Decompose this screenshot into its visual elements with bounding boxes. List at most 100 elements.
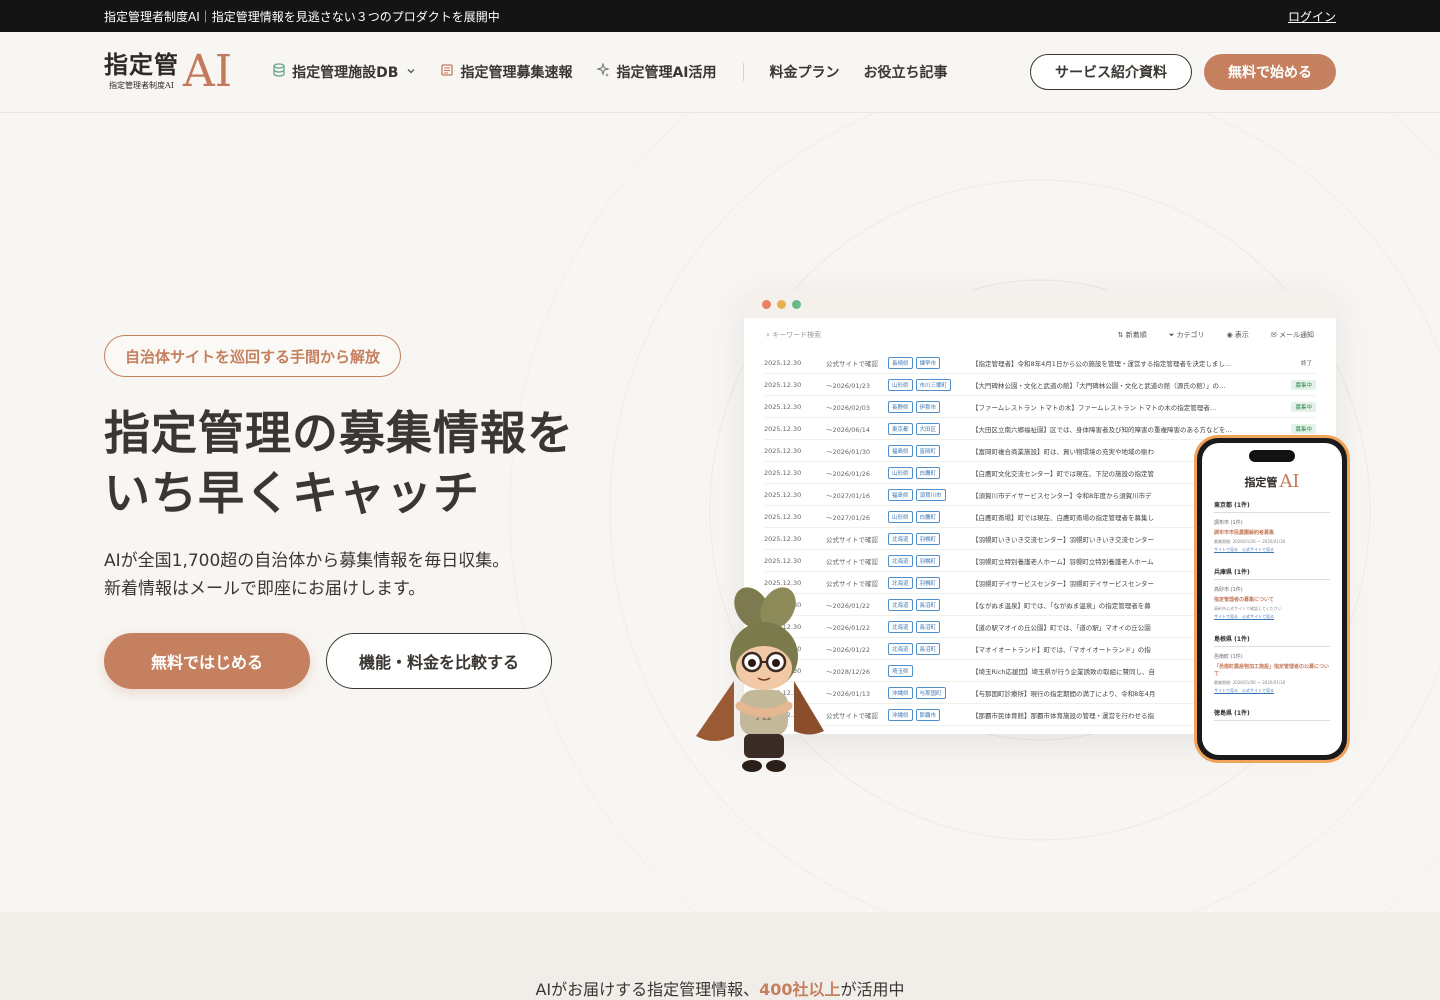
row-tags: 北海道 長沼町 xyxy=(888,598,972,611)
nav-articles[interactable]: お役立ち記事 xyxy=(864,62,948,82)
region-tag: 白鷹町 xyxy=(915,510,941,523)
row-period: 〜2026/01/30 xyxy=(826,447,870,456)
region-tag: 山形県 xyxy=(888,466,913,479)
region-tag: 北海道 xyxy=(888,554,913,567)
region-tag: 羽幌町 xyxy=(915,554,941,567)
region-tag: 大田区 xyxy=(915,422,941,435)
row-status: 募集中 xyxy=(1291,401,1316,412)
mail-tool: ✉ メール通知 xyxy=(1270,331,1314,339)
stats-text: AIがお届けする指定管理情報、400社以上が活用中 xyxy=(535,980,905,999)
region-tag: 長沼町 xyxy=(915,642,941,655)
row-period: 〜2028/12/26 xyxy=(826,667,870,676)
hero-description: AIが全国1,700超の自治体から募集情報を毎日収集。 新着情報はメールで即座に… xyxy=(104,547,509,603)
region-tag: 福島県 xyxy=(888,488,913,501)
nav-articles-label: お役立ち記事 xyxy=(863,65,948,81)
row-date: 2025.12.30 xyxy=(764,380,802,389)
row-period: 〜2027/01/26 xyxy=(826,513,870,522)
region-tag: 長沼町 xyxy=(915,620,941,633)
mobile-pref-heading: 島根県 (1件) xyxy=(1214,634,1330,647)
announcement-text: 指定管理者制度AI｜指定管理情報を見逃さない３つのプロダクトを展開中 xyxy=(104,9,500,24)
row-status: 募集中 xyxy=(1291,379,1316,390)
mobile-listing-link[interactable]: 指定管理者の募集について xyxy=(1214,597,1330,604)
row-tags: 北海道 羽幌町 xyxy=(888,576,972,589)
region-tag: 羽幌町 xyxy=(915,576,941,589)
region-tag: 富岡町 xyxy=(915,444,941,457)
region-tag: 那覇市 xyxy=(915,708,941,721)
region-tag: 羽幌町 xyxy=(915,532,941,545)
row-tags: 長崎県 諫早市 xyxy=(888,356,972,369)
nav-ai-usage[interactable]: 指定管理AI活用 xyxy=(596,62,717,82)
region-tag: 沖縄県 xyxy=(888,708,913,721)
preview-search: ⌕ キーワード検索 xyxy=(766,331,822,339)
region-tag: 山形県 xyxy=(888,510,913,523)
mobile-city: 邑南町 (1件) xyxy=(1214,654,1243,660)
login-link[interactable]: ログイン xyxy=(1288,8,1336,25)
region-tag: 山形県 xyxy=(888,378,913,391)
service-docs-button[interactable]: サービス紹介資料 xyxy=(1030,54,1192,90)
sort-tool: ⇅ 新着順 xyxy=(1117,331,1147,339)
announcement-bar: 指定管理者制度AI｜指定管理情報を見逃さない３つのプロダクトを展開中 ログイン xyxy=(0,0,1440,32)
row-tags: 北海道 羽幌町 xyxy=(888,554,972,567)
mobile-listing-meta: 募集期間: 2026/01/06 〜 2026/01/30 xyxy=(1214,680,1286,685)
row-tags: 山形県 白鷹町 xyxy=(888,510,972,523)
row-date: 2025.12.30 xyxy=(764,556,802,565)
row-tags: 東京都 大田区 xyxy=(888,422,972,435)
mobile-listing-actions[interactable]: サイトで見る 公式サイトで見る xyxy=(1214,547,1330,553)
start-free-button[interactable]: 無料で始める xyxy=(1204,54,1336,90)
region-tag: 北海道 xyxy=(888,598,913,611)
mobile-pref-section: 徳島県 (1件) xyxy=(1214,708,1330,721)
row-period: 公式サイトで確認 xyxy=(826,711,878,720)
region-tag: 北海道 xyxy=(888,576,913,589)
view-tool: ◉ 表示 xyxy=(1226,331,1249,339)
filter-tool: ⏷ カテゴリ xyxy=(1168,331,1205,339)
row-tags: 福島県 須賀川市 xyxy=(888,488,972,501)
row-date: 2025.12.30 xyxy=(764,446,802,455)
nav-facility-db[interactable]: 指定管理施設DB xyxy=(272,62,416,82)
preview-row: 2025.12.30 〜2026/01/23 山形県 市川三郷町 【大門碑林公園・文化と… xyxy=(764,374,1316,396)
cta-start-free-button[interactable]: 無料ではじめる xyxy=(104,633,310,689)
region-tag: 福島県 xyxy=(888,444,913,457)
row-status: 終了 xyxy=(1300,360,1312,367)
mobile-preview: 指定管 AI 東京都 (1件) 調布市 (1件) 調布市市民農園解約者募集 募集期間:… xyxy=(1194,435,1350,763)
nav-divider xyxy=(742,63,744,81)
row-period: 〜2026/01/22 xyxy=(826,645,870,654)
region-tag: 諫早市 xyxy=(915,356,941,369)
nav-recruit-news[interactable]: 指定管理募集速報 xyxy=(440,62,572,82)
mobile-listing-actions[interactable]: サイトで見る 公式サイトで見る xyxy=(1214,688,1330,694)
row-title: 【指定管理者】令和8年4月1日から公の施設を管理・運営する指定管理者を決定しまし… xyxy=(972,359,1232,368)
row-date: 2025.12.30 xyxy=(764,534,802,543)
mobile-city: 高砂市 (1件) xyxy=(1214,587,1243,593)
stats-highlight: 400社以上 xyxy=(759,980,841,999)
row-tags: 沖縄県 那覇市 xyxy=(888,708,972,721)
row-period: 公式サイトで確認 xyxy=(826,359,878,368)
nav-pricing[interactable]: 料金プラン xyxy=(770,62,840,82)
row-tags: 山形県 白鷹町 xyxy=(888,466,972,479)
region-tag: 沖縄県 xyxy=(888,686,913,699)
mobile-pref-section: 東京都 (1件) 調布市 (1件) 調布市市民農園解約者募集 募集期間: 2026/0… xyxy=(1214,500,1330,553)
region-tag: 東京都 xyxy=(888,422,913,435)
mobile-listing-actions[interactable]: サイトで見る 公式サイトで見る xyxy=(1214,614,1330,620)
hero-desc-line1: AIが全国1,700超の自治体から募集情報を毎日収集。 xyxy=(104,551,510,571)
row-period: 公式サイトで確認 xyxy=(826,557,878,566)
window-dot-red xyxy=(762,299,771,309)
row-tags: 山形県 市川三郷町 xyxy=(888,378,972,391)
site-logo[interactable]: 指定管 指定管理者制度AI AI xyxy=(104,50,232,94)
preview-row: 2025.12.30 〜2026/02/03 長野県 伊那市 【ファームレストラン トマ… xyxy=(764,396,1316,418)
row-period: 〜2026/01/13 xyxy=(826,689,870,698)
mobile-listing-link[interactable]: 調布市市民農園解約者募集 xyxy=(1214,530,1330,537)
region-tag: 与那国町 xyxy=(915,686,946,699)
row-period: 〜2026/01/23 xyxy=(826,381,870,390)
row-period: 〜2026/06/14 xyxy=(826,425,870,434)
nav-pricing-label: 料金プラン xyxy=(769,65,840,81)
row-period: 〜2027/01/16 xyxy=(826,491,870,500)
mobile-pref-heading: 東京都 (1件) xyxy=(1214,500,1330,513)
mobile-screen: 指定管 AI 東京都 (1件) 調布市 (1件) 調布市市民農園解約者募集 募集期間:… xyxy=(1202,443,1342,755)
mobile-listing-link[interactable]: 「邑南町農産物加工施設」指定管理者の公募について xyxy=(1214,664,1330,678)
row-period: 〜2026/02/03 xyxy=(826,403,870,412)
site-header: 指定管 指定管理者制度AI AI 指定管理施設DB 指定管理募集速報 指定管理A… xyxy=(0,32,1440,113)
region-tag: 北海道 xyxy=(888,642,913,655)
mobile-city: 調布市 (1件) xyxy=(1214,520,1243,526)
row-tags: 沖縄県 与那国町 xyxy=(888,686,972,699)
cta-compare-button[interactable]: 機能・料金を比較する xyxy=(326,633,552,689)
mobile-pref-heading: 兵庫県 (1件) xyxy=(1214,567,1330,580)
